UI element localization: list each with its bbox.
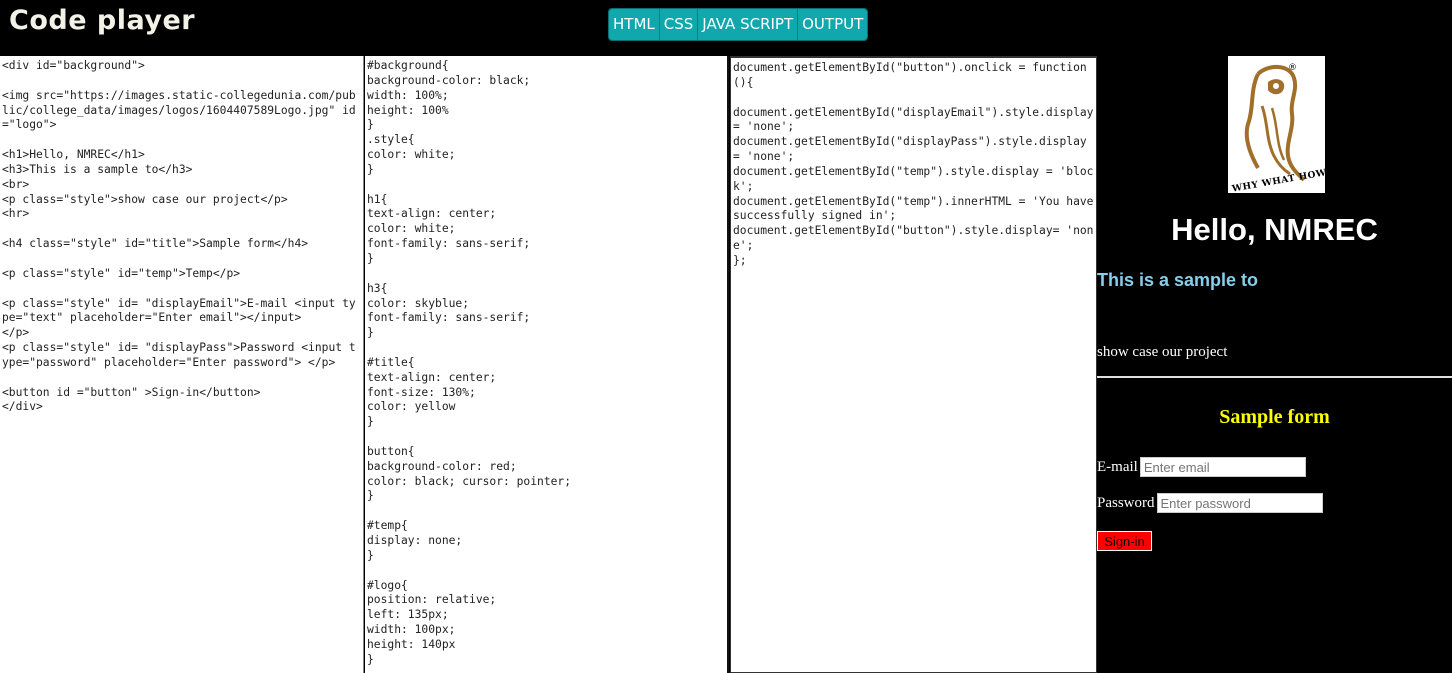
output-pane: ® WHY WHAT HOW Hello, NMREC This is a sa… xyxy=(1097,56,1452,673)
output-showcase-text: show case our project xyxy=(1097,344,1228,360)
logo-registered-mark: ® xyxy=(1288,63,1297,73)
logo-graphic: ® WHY WHAT HOW xyxy=(1230,63,1327,195)
sample-form-title: Sample form xyxy=(1219,406,1330,428)
tab-output[interactable]: OUTPUT xyxy=(798,9,868,40)
app-title: Code player xyxy=(9,5,196,36)
html-editor[interactable]: <div id="background"> <img src="https://… xyxy=(0,56,363,673)
output-heading: Hello, NMREC xyxy=(1171,212,1378,247)
html-editor-pane: <div id="background"> <img src="https://… xyxy=(0,56,364,673)
password-field[interactable] xyxy=(1156,493,1323,513)
password-label: Password xyxy=(1097,494,1155,511)
language-tabs: HTML CSS JAVA SCRIPT OUTPUT xyxy=(608,8,869,41)
logo-tagline: WHY WHAT HOW xyxy=(1230,168,1325,193)
email-field[interactable] xyxy=(1139,457,1306,477)
email-row: E-mail xyxy=(1097,457,1306,477)
css-editor[interactable]: #background{ background-color: black; wi… xyxy=(365,56,727,673)
css-editor-pane: #background{ background-color: black; wi… xyxy=(365,56,729,673)
tab-javascript[interactable]: JAVA SCRIPT xyxy=(698,9,799,40)
tab-css[interactable]: CSS xyxy=(659,9,699,40)
js-editor[interactable]: document.getElementById("button").onclic… xyxy=(731,58,1096,672)
tab-html[interactable]: HTML xyxy=(609,9,660,40)
email-label: E-mail xyxy=(1097,458,1138,475)
signin-button[interactable]: Sign-in xyxy=(1097,531,1152,551)
js-editor-pane: document.getElementById("button").onclic… xyxy=(730,56,1097,673)
output-subheading: This is a sample to xyxy=(1097,270,1259,290)
college-logo: ® WHY WHAT HOW xyxy=(1228,56,1328,195)
output-divider xyxy=(1097,376,1452,378)
password-row: Password xyxy=(1097,493,1323,513)
